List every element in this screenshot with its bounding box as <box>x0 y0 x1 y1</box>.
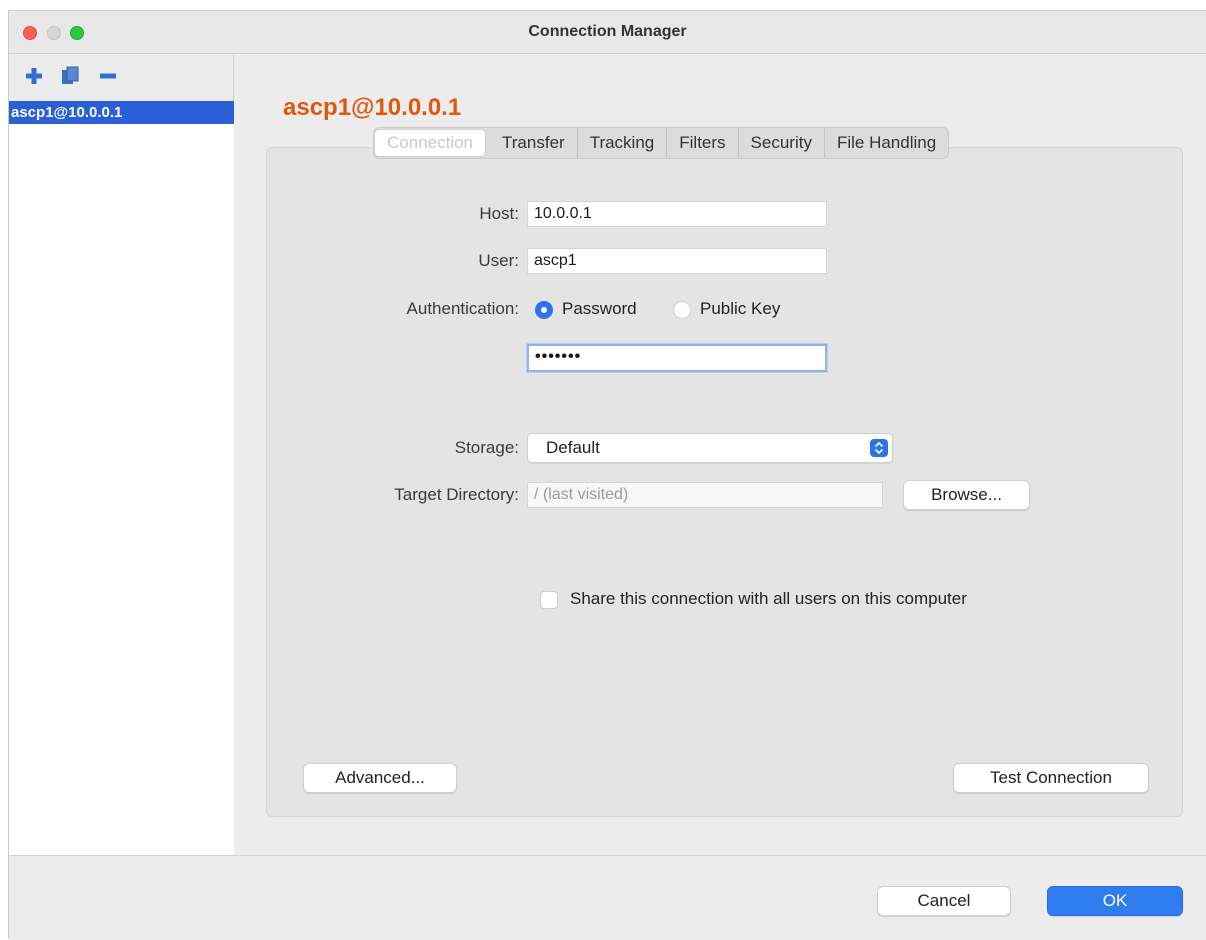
connection-list-item[interactable]: ascp1@10.0.0.1 <box>9 101 234 124</box>
test-connection-button[interactable]: Test Connection <box>953 763 1149 793</box>
connection-manager-window: Connection Manager ascp1@10.0.0.1 ascp1@… <box>8 10 1206 940</box>
tab-filters[interactable]: Filters <box>667 128 739 158</box>
password-field[interactable]: ••••••• <box>527 344 827 372</box>
connection-title: ascp1@10.0.0.1 <box>283 94 462 121</box>
authentication-label: Authentication: <box>406 299 519 318</box>
connection-list: ascp1@10.0.0.1 <box>9 101 234 855</box>
browse-button[interactable]: Browse... <box>903 480 1030 510</box>
target-directory-label: Target Directory: <box>394 485 519 504</box>
public-key-radio[interactable] <box>673 301 691 319</box>
connections-sidebar: ascp1@10.0.0.1 <box>9 55 234 855</box>
tab-transfer[interactable]: Transfer <box>490 128 578 158</box>
storage-select-value: Default <box>546 438 600 457</box>
tab-bar: Connection Transfer Tracking Filters Sec… <box>373 127 950 159</box>
user-label: User: <box>478 251 519 270</box>
plus-icon[interactable] <box>23 65 45 87</box>
host-field[interactable]: 10.0.0.1 <box>527 201 827 227</box>
tab-file-handling[interactable]: File Handling <box>825 128 948 158</box>
title-bar: Connection Manager <box>9 11 1206 54</box>
share-connection-label[interactable]: Share this connection with all users on … <box>570 589 967 609</box>
target-directory-field[interactable]: / (last visited) <box>527 482 883 508</box>
password-radio-label[interactable]: Password <box>562 299 637 319</box>
advanced-button[interactable]: Advanced... <box>303 763 457 793</box>
updown-chevron-icon <box>870 439 888 457</box>
duplicate-icon[interactable] <box>59 65 81 87</box>
minus-icon[interactable] <box>97 65 119 87</box>
host-label: Host: <box>479 204 519 223</box>
storage-label: Storage: <box>454 438 519 457</box>
dialog-footer: Cancel OK <box>9 855 1206 940</box>
connection-detail: ascp1@10.0.0.1 Connection Transfer Track… <box>235 55 1206 855</box>
password-radio[interactable] <box>535 301 553 319</box>
user-field[interactable]: ascp1 <box>527 248 827 274</box>
cancel-button[interactable]: Cancel <box>877 886 1011 916</box>
window-title: Connection Manager <box>528 23 687 40</box>
sidebar-toolbar <box>9 55 234 101</box>
tab-tracking[interactable]: Tracking <box>578 128 668 158</box>
tab-connection[interactable]: Connection <box>374 129 487 157</box>
tab-security[interactable]: Security <box>739 128 825 158</box>
storage-select[interactable]: Default <box>527 433 893 463</box>
public-key-radio-label[interactable]: Public Key <box>700 299 780 319</box>
share-connection-checkbox[interactable] <box>540 591 558 609</box>
ok-button[interactable]: OK <box>1047 886 1183 916</box>
